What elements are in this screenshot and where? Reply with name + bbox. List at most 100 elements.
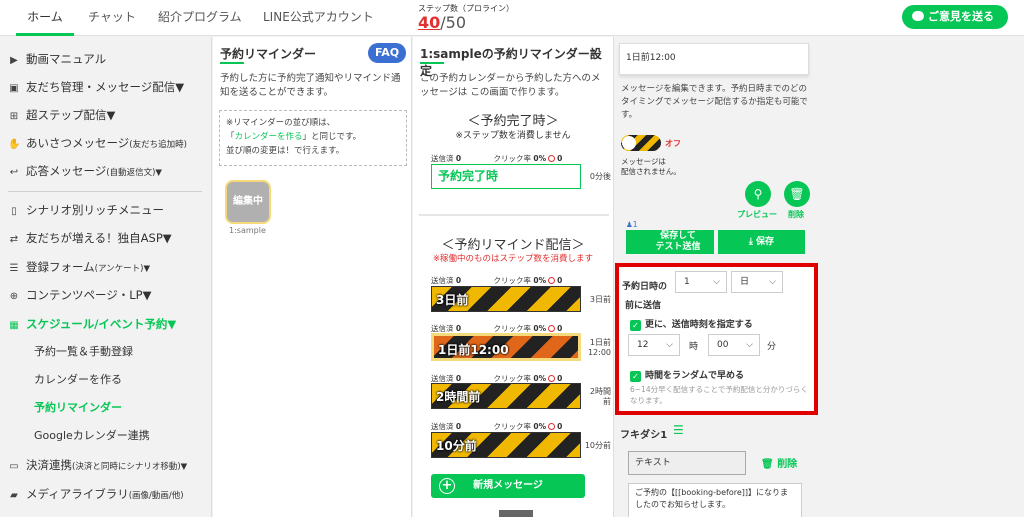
sidebar-item-schedule[interactable]: ▦ スケジュール/イベント予約▼ xyxy=(8,313,176,335)
sidebar-item-label: 友だち管理・メッセージ配信▼ xyxy=(26,80,185,94)
sitemap-icon: ⊞ xyxy=(9,111,19,122)
order-note-line: ※リマインダーの並び順は、 xyxy=(226,118,336,128)
magnifier-icon: ⚲ xyxy=(753,187,763,201)
sidebar-item-rich-menu[interactable]: ▯ シナリオ別リッチメニュー xyxy=(8,199,164,221)
minute-label: 分 xyxy=(767,342,777,352)
save-test-label: テスト送信 xyxy=(655,242,701,252)
preview-button[interactable]: ⚲ xyxy=(745,181,771,207)
hand-icon: ✋ xyxy=(8,139,21,150)
schedule-settings-highlight: 予約日時の 1 ⌵ 日 ⌵ 前に送信 ✓ 更に、送信時刻を指定する 12 ⌵ 時 00 ⌵… xyxy=(615,263,818,415)
save-button[interactable]: ⤓ 保存 xyxy=(718,230,805,254)
sidebar-item-label: コンテンツページ・LP▼ xyxy=(26,288,152,302)
reminder-stats: 送信済 0 クリック率 0% 0 xyxy=(431,275,562,286)
calendar-card-label: 編集中 xyxy=(233,196,263,207)
sidebar-item-asp[interactable]: ⇄ 友だちが増える！独自ASP▼ xyxy=(8,227,172,249)
message-type-select[interactable]: テキスト xyxy=(628,451,746,475)
tab-referral-program[interactable]: 紹介プログラム xyxy=(158,0,242,36)
sent-label: 送信済 xyxy=(431,276,454,285)
sidebar-item-payment[interactable]: ▭ 決済連携(決済と同時にシナリオ移動)▼ xyxy=(8,454,187,476)
save-and-test-button[interactable]: 保存して テスト送信 xyxy=(626,230,714,254)
sidebar-item-media-library[interactable]: ▰ メディアライブラリ(画像/動画/他) xyxy=(8,483,183,505)
click-rate-label: クリック率 xyxy=(493,374,532,383)
scroll-handle[interactable] xyxy=(499,510,533,517)
reminder-item-10min[interactable]: 10分前 xyxy=(431,432,581,458)
sidebar-sub-google-calendar[interactable]: Googleカレンダー連携 xyxy=(34,425,150,447)
exchange-icon: ⇄ xyxy=(9,234,19,245)
blocked-count: 0 xyxy=(557,324,563,333)
message-text-area[interactable]: ご予約の【[[booking-before]]】になりましたのでお知らせします。 xyxy=(628,483,802,517)
sidebar-item-label: 友だちが増える！独自ASP▼ xyxy=(26,231,172,245)
reminder-label: 3日前 xyxy=(436,293,469,307)
order-note-text: 「 xyxy=(226,132,235,142)
schedule-unit-select[interactable]: 日 ⌵ xyxy=(731,271,783,293)
sent-count: 0 xyxy=(455,154,462,163)
random-time-checkbox[interactable]: ✓ 時間をランダムで早める xyxy=(630,368,744,382)
blocked-count: 0 xyxy=(557,374,563,383)
tab-line-official-account[interactable]: LINE公式アカウント xyxy=(263,0,374,36)
complete-message-box[interactable]: 予約完了時 xyxy=(431,164,581,189)
message-card-title: 1日前12:00 xyxy=(619,43,809,75)
block-icon xyxy=(548,375,556,382)
reply-icon: ↩ xyxy=(9,167,19,178)
sidebar-sub-reservation-list[interactable]: 予約一覧＆手動登録 xyxy=(34,341,133,363)
schedule-label: 予約日時の xyxy=(622,282,668,292)
reminder-label: 1日前12:00 xyxy=(438,343,509,357)
specify-time-checkbox[interactable]: ✓ 更に、送信時刻を指定する xyxy=(630,317,753,331)
sent-label: 送信済 xyxy=(431,374,454,383)
calendar-card-editing[interactable]: 編集中 xyxy=(225,180,271,224)
sidebar-item-greeting[interactable]: ✋ あいさつメッセージ(友だち追加時) xyxy=(8,132,187,154)
save-label: 保存 xyxy=(756,237,775,247)
sidebar-item-label: メディアライブラリ xyxy=(26,487,129,501)
reminder-description: 予約した方に予約完了通知やリマインド通知を送ることができます。 xyxy=(220,73,401,98)
sent-label: 送信済 xyxy=(431,422,454,431)
delete-label: 削除 xyxy=(788,210,804,219)
balloon-delete-button[interactable]: 🗑 削除 xyxy=(761,455,797,470)
percent-sign: % xyxy=(538,422,547,431)
feedback-button[interactable]: ご意見を送る xyxy=(902,5,1008,29)
faq-button[interactable]: FAQ xyxy=(368,43,406,63)
sidebar-item-friend-management[interactable]: ▣ 友だち管理・メッセージ配信▼ xyxy=(8,76,184,98)
sidebar-item-video-manual[interactable]: ▶ 動画マニュアル xyxy=(8,48,106,70)
reminder-timing: 3日前 xyxy=(589,295,611,304)
sidebar-item-auto-reply[interactable]: ↩ 応答メッセージ(自動返信文)▼ xyxy=(8,160,162,182)
select-value: 12 xyxy=(637,340,649,350)
delivery-toggle[interactable] xyxy=(621,135,661,151)
sidebar-sub-create-calendar[interactable]: カレンダーを作る xyxy=(34,369,122,391)
settings-description: この予約カレンダーから予約した方へのメッセージは この画面で作ります。 xyxy=(420,73,601,98)
checkmark-icon: ✓ xyxy=(630,371,641,382)
drag-handle-icon[interactable]: ☰ xyxy=(673,423,684,437)
chat-bubble-icon xyxy=(912,11,924,21)
sidebar-divider xyxy=(8,191,202,192)
delete-button[interactable]: 🗑 xyxy=(784,181,810,207)
create-calendar-link[interactable]: カレンダーを作る xyxy=(235,132,303,142)
chevron-down-icon: ⌵ xyxy=(769,277,776,287)
reminder-item-1day-selected[interactable]: 1日前12:00 xyxy=(431,333,581,361)
new-message-button[interactable]: + 新規メッセージ xyxy=(431,474,585,498)
blocked-count: 0 xyxy=(557,154,563,163)
reminder-item-2hours[interactable]: 2時間前 xyxy=(431,383,581,409)
minute-select[interactable]: 00 ⌵ xyxy=(708,334,760,356)
sidebar-sub-reminder[interactable]: 予約リマインダー xyxy=(34,397,122,419)
step-count: 40/50 xyxy=(418,13,466,32)
schedule-label: 前に送信 xyxy=(625,301,662,311)
save-test-label: 保存して xyxy=(660,231,696,241)
sent-count: 0 xyxy=(455,276,462,285)
sidebar-item-super-step[interactable]: ⊞ 超ステップ配信▼ xyxy=(8,104,116,126)
toggle-knob xyxy=(622,136,636,150)
sent-label: 送信済 xyxy=(431,324,454,333)
schedule-days-select[interactable]: 1 ⌵ xyxy=(675,271,727,293)
sidebar-item-label: あいさつメッセージ xyxy=(26,136,130,150)
trash-icon: 🗑 xyxy=(761,459,778,470)
percent-sign: % xyxy=(538,276,547,285)
sidebar-item-content-page[interactable]: ⊕ コンテンツページ・LP▼ xyxy=(8,284,152,306)
checkbox-label: 更に、送信時刻を指定する xyxy=(645,320,753,330)
complete-note: ※ステップ数を消費しません xyxy=(455,131,571,141)
tab-chat[interactable]: チャット xyxy=(88,0,136,36)
reminder-panel: 予約リマインダー FAQ 予約した方に予約完了通知やリマインド通知を送ることがで… xyxy=(213,37,412,517)
tab-home[interactable]: ホーム xyxy=(16,0,74,36)
reminder-item-3days[interactable]: 3日前 xyxy=(431,286,581,312)
block-icon xyxy=(548,155,556,162)
user-count-value: 1 xyxy=(632,220,638,229)
hour-select[interactable]: 12 ⌵ xyxy=(628,334,680,356)
sidebar-item-register-form[interactable]: ☰ 登録フォーム(アンケート)▼ xyxy=(8,256,150,278)
